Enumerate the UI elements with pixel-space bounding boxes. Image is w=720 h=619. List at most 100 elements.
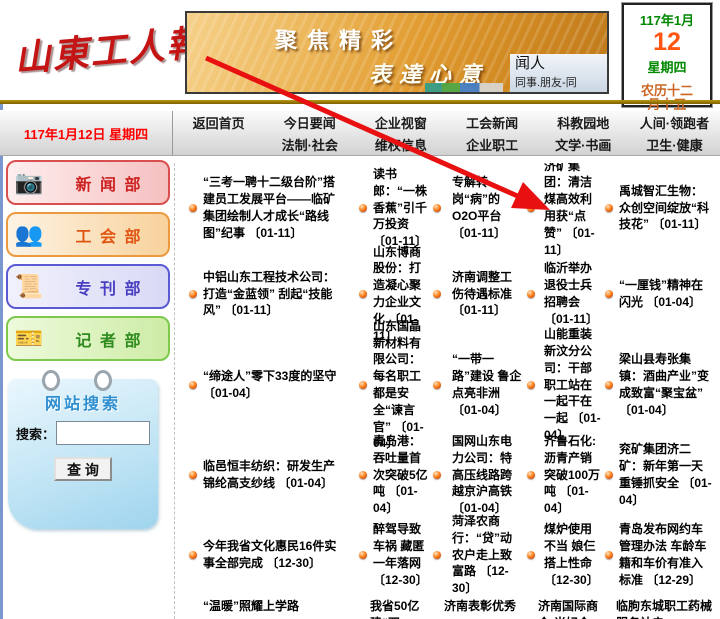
news-item[interactable]: 济南调整工伤待遇标准 〔01-11〕 <box>431 253 525 335</box>
search-label: 搜索： <box>16 424 55 443</box>
news-item[interactable]: 菏泽农商行：“贷”动农户走上致富路 〔12-30〕 <box>431 515 525 595</box>
calendar-weekday: 星期四 <box>647 57 686 76</box>
nav-link-enterprise-window[interactable]: 企业视窗 <box>375 113 427 132</box>
news-item[interactable]: 煤炉使用不当 娘仨搭上性命 〔12-30〕 <box>525 515 603 595</box>
banner-slogan-line1: 聚焦精彩 <box>275 23 403 55</box>
bullet-icon <box>359 551 367 559</box>
bullet-icon <box>359 290 367 298</box>
news-item[interactable]: 山能重装新汶分公司：干部职工站在一起干在一起 〔01-04〕 <box>525 335 603 435</box>
news-item[interactable]: 临沂举办退役士兵招聘会 〔01-11〕 <box>525 253 603 335</box>
news-item[interactable]: 我省50亿建“双一 <box>357 595 431 619</box>
search-row: 搜索： <box>16 421 158 445</box>
banner-ad[interactable]: 聚焦精彩 表達心意 闻人 同事.朋友-同 <box>185 11 609 94</box>
nav-link-today-news[interactable]: 今日要闻 <box>284 113 336 132</box>
sidebar: 📷 新 闻 部 👥 工 会 部 📜 专 刊 部 🎫 记 者 部 网站搜索 搜索：… <box>6 160 170 529</box>
bullet-icon <box>433 290 441 298</box>
sidebar-item-reporter-dept[interactable]: 🎫 记 者 部 <box>6 316 170 361</box>
news-item[interactable]: 兖矿集团济二矿：新年第一天 重锤抓安全 〔01-04〕 <box>603 435 716 515</box>
news-item[interactable]: 济南表彰优秀 <box>431 595 525 619</box>
nav-link-enterprise-workers[interactable]: 企业职工 <box>466 135 518 154</box>
news-item[interactable]: 山东国晶新材料有限公司：每名职工都是安全“谏言官” 〔01-04〕 <box>357 335 431 435</box>
bullet-icon <box>433 204 441 212</box>
nav-link-literature-art[interactable]: 文学·书画 <box>555 135 611 154</box>
main-navbar: 117年1月12日 星期四 返回首页 今日要闻 企业视窗 工会新闻 科教园地 人… <box>0 110 720 156</box>
dept-label: 新 闻 部 <box>50 171 168 195</box>
bullet-icon <box>527 204 535 212</box>
dept-label: 记 者 部 <box>50 327 168 351</box>
banner-popup-subtitle: 同事.朋友-同 <box>515 74 602 90</box>
bullet-icon <box>605 471 613 479</box>
news-item[interactable]: 青岛港：吞吐量首次突破5亿吨 〔01-04〕 <box>357 435 431 515</box>
nav-link-rights-info[interactable]: 维权信息 <box>375 135 427 154</box>
nav-link-science-education[interactable]: 科教园地 <box>557 113 609 132</box>
bullet-icon <box>433 381 441 389</box>
sidebar-item-news-dept[interactable]: 📷 新 闻 部 <box>6 160 170 205</box>
site-search-panel: 网站搜索 搜索： 查 询 <box>8 379 158 529</box>
calendar-widget: 117年1月 12 星期四 农历十二 月十五 <box>622 3 712 107</box>
nav-link-health[interactable]: 卫生·健康 <box>646 135 702 154</box>
bullet-icon <box>359 381 367 389</box>
news-item[interactable]: “温暖”照耀上学路 <box>175 595 357 619</box>
news-item[interactable]: 国网山东电力公司：特高压线路跨越京沪高铁 〔01-04〕 <box>431 435 525 515</box>
header-divider <box>0 100 720 104</box>
news-item[interactable]: 读书郎：“一株香蕉”引千万投资 〔01-11〕 <box>357 163 431 253</box>
dept-label: 工 会 部 <box>50 223 168 247</box>
search-submit-button[interactable]: 查 询 <box>54 457 112 481</box>
site-logo[interactable]: 山東工人報 <box>12 14 206 82</box>
news-item[interactable]: 青岛发布网约车管理办法 车龄车籍和车价有准入标准 〔12-29〕 <box>603 515 716 595</box>
ring-icon <box>94 370 112 391</box>
news-item[interactable]: 醉驾导致车祸 藏匿一年落网 〔12-30〕 <box>357 515 431 595</box>
bullet-icon <box>605 204 613 212</box>
header: 山東工人報 聚焦精彩 表達心意 闻人 同事.朋友-同 117年1月 12 星期四… <box>0 0 720 100</box>
bullet-icon <box>189 471 197 479</box>
nav-link-union-news[interactable]: 工会新闻 <box>466 113 518 132</box>
news-item[interactable]: 济南国际商会:当好会员企 <box>525 595 603 619</box>
news-item[interactable]: 临邑恒丰纺织：研发生产锦纶高支纱线 〔01-04〕 <box>175 435 357 515</box>
nav-link-home[interactable]: 返回首页 <box>193 113 245 132</box>
bullet-icon <box>189 204 197 212</box>
search-input[interactable] <box>56 421 150 445</box>
news-item[interactable]: 今年我省文化惠民16件实事全部完成 〔12-30〕 <box>175 515 357 595</box>
bullet-icon <box>189 381 197 389</box>
bullet-icon <box>189 290 197 298</box>
news-item[interactable]: “三考一聘十二级台阶”搭建员工发展平台——临矿集团绘制人才成长“路线图”纪事 〔… <box>175 163 357 253</box>
news-item[interactable]: “一厘钱”精神在闪光 〔01-04〕 <box>603 253 716 335</box>
news-item[interactable]: 济矿集团：清洁煤高效利用获“点赞” 〔01-11〕 <box>525 163 603 253</box>
bullet-icon <box>527 551 535 559</box>
bullet-icon <box>605 290 613 298</box>
search-panel-title: 网站搜索 <box>8 379 158 414</box>
news-item[interactable]: 禹城智汇生物：众创空间绽放“科技花” 〔01-11〕 <box>603 163 716 253</box>
calendar-year-month: 117年1月 <box>640 10 694 29</box>
news-item[interactable]: 齐鲁石化:沥青产销突破100万吨 〔01-04〕 <box>525 435 603 515</box>
news-item[interactable]: “缔途人”零下33度的坚守 〔01-04〕 <box>175 335 357 435</box>
bullet-icon <box>359 204 367 212</box>
sidebar-item-special-issue-dept[interactable]: 📜 专 刊 部 <box>6 264 170 309</box>
navbar-links: 返回首页 今日要闻 企业视窗 工会新闻 科教园地 人间·领跑者 法制·社会 维权… <box>173 111 720 155</box>
news-item[interactable]: 梁山县寿张集镇：酒曲产业”变成致富“聚宝盆” 〔01-04〕 <box>603 335 716 435</box>
banner-thumbnail-strip <box>425 83 503 92</box>
nav-link-law-society[interactable]: 法制·社会 <box>282 135 338 154</box>
dept-label: 专 刊 部 <box>50 275 168 299</box>
news-item[interactable]: 临朐东城职工药械服务站启 <box>603 595 716 619</box>
calendar-day: 12 <box>653 29 681 57</box>
calendar-lunar-date: 农历十二 月十五 <box>641 84 693 114</box>
news-item[interactable]: “一带一路”建设 鲁企点亮非洲 〔01-04〕 <box>431 335 525 435</box>
bullet-icon <box>527 381 535 389</box>
bullet-icon <box>189 551 197 559</box>
news-item[interactable]: 专解转岗“病”的O2O平台 〔01-11〕 <box>431 163 525 253</box>
ring-icon <box>42 370 60 391</box>
bullet-icon <box>433 551 441 559</box>
sidebar-item-union-dept[interactable]: 👥 工 会 部 <box>6 212 170 257</box>
bullet-icon <box>605 551 613 559</box>
banner-popup-title: 闻人 <box>515 55 602 74</box>
people-icon: 👥 <box>8 223 50 246</box>
camera-icon: 📷 <box>8 171 50 194</box>
news-item[interactable]: 中铝山东工程技术公司：打造“金蓝领” 刮起“技能风” 〔01-11〕 <box>175 253 357 335</box>
news-list-area: “三考一聘十二级台阶”搭建员工发展平台——临矿集团绘制人才成长“路线图”纪事 〔… <box>174 163 720 619</box>
scroll-icon: 📜 <box>8 275 50 298</box>
nav-link-people-leaders[interactable]: 人间·领跑者 <box>640 113 709 132</box>
bullet-icon <box>605 381 613 389</box>
bullet-icon <box>527 290 535 298</box>
calendar-lunar-line1: 农历十二 <box>641 84 693 99</box>
news-grid: “三考一聘十二级台阶”搭建员工发展平台——临矿集团绘制人才成长“路线图”纪事 〔… <box>175 163 720 619</box>
